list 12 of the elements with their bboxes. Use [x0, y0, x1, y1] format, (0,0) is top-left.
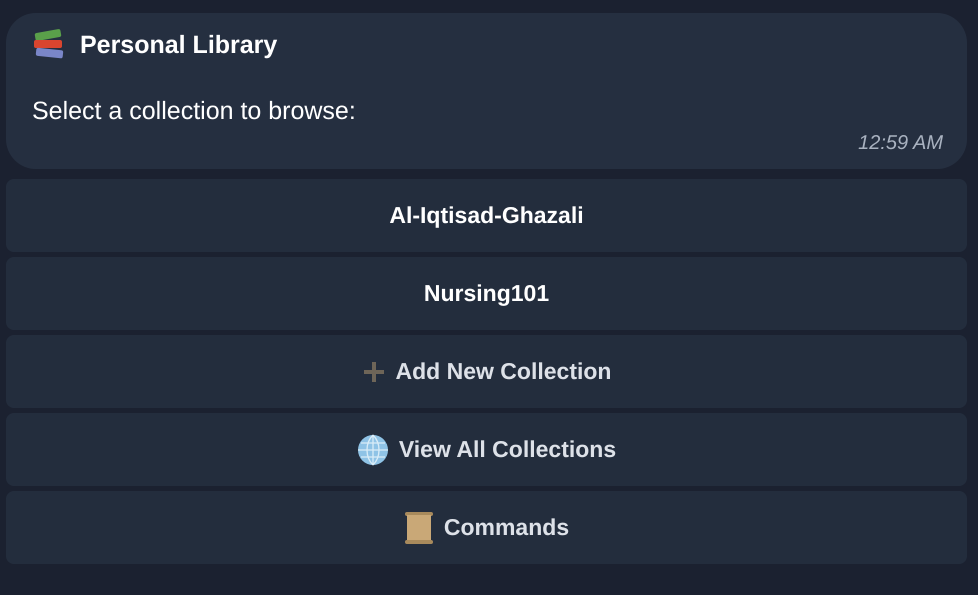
keyboard-button[interactable]: Add New Collection — [6, 335, 967, 408]
message-text: Select a collection to browse: — [32, 97, 357, 126]
message-time: 12:59 AM — [858, 132, 943, 155]
keyboard-button[interactable]: Al-Iqtisad-Ghazali — [6, 179, 967, 252]
scroll-icon — [404, 512, 434, 544]
keyboard-button[interactable]: Commands — [6, 491, 967, 564]
books-icon — [32, 29, 66, 61]
keyboard-button[interactable]: View All Collections — [6, 413, 967, 486]
plus-icon — [362, 360, 386, 384]
keyboard-button[interactable]: Nursing101 — [6, 257, 967, 330]
message-title: Personal Library — [80, 30, 278, 60]
globe-icon — [356, 434, 389, 466]
